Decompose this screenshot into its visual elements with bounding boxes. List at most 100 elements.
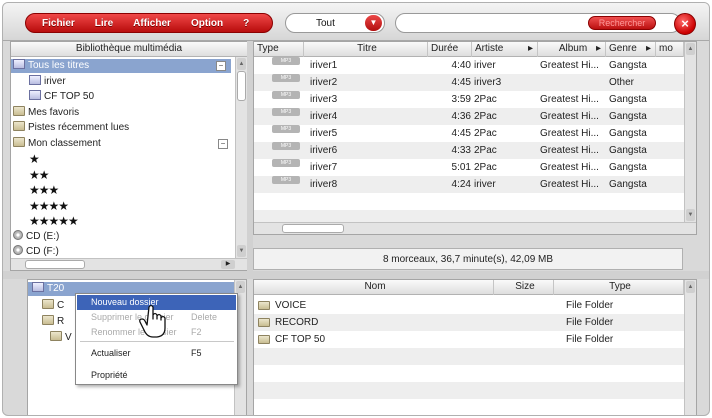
search-input[interactable]: Rechercher bbox=[395, 13, 681, 33]
file-row[interactable]: CF TOP 50 File Folder bbox=[254, 331, 684, 348]
library-item[interactable]: CF TOP 50 bbox=[29, 90, 94, 104]
track-duration: 3:59 bbox=[451, 94, 471, 105]
scroll-down-icon[interactable]: ▼ bbox=[686, 209, 695, 221]
track-album: Greatest Hi... bbox=[540, 111, 599, 122]
track-row[interactable]: MP3 iriver1 4:40 iriver Greatest Hi... Gangst… bbox=[254, 57, 684, 74]
file-name: VOICE bbox=[275, 300, 307, 311]
column-header-genre-label: Genre bbox=[609, 43, 637, 54]
library-horizontal-scrollbar[interactable]: ▶ bbox=[11, 258, 247, 270]
explorer-tree-item[interactable]: C bbox=[42, 299, 64, 313]
track-title: iriver6 bbox=[310, 145, 338, 156]
column-header-genre[interactable]: Genre ▸ bbox=[606, 42, 656, 57]
library-scroll-thumb[interactable] bbox=[237, 71, 246, 101]
tracks-summary: 8 morceaux, 36,7 minute(s), 42,09 MB bbox=[253, 248, 683, 270]
library-item-label: ★★★★ bbox=[29, 198, 69, 213]
library-item-label: ★ bbox=[29, 152, 40, 166]
column-header-title[interactable]: Titre bbox=[304, 42, 428, 57]
library-item-label: iriver bbox=[44, 75, 66, 87]
explorer-tree-item[interactable]: V bbox=[50, 331, 72, 345]
chevron-down-icon[interactable]: ▼ bbox=[365, 15, 382, 31]
library-item[interactable]: ★ bbox=[29, 152, 40, 166]
library-vertical-scrollbar[interactable]: ▲ ▼ bbox=[235, 57, 247, 258]
column-header-name[interactable]: Nom bbox=[254, 280, 494, 295]
library-panel: Bibliothèque multimédia Tous les titres −… bbox=[10, 41, 248, 271]
column-header-duration[interactable]: Durée bbox=[428, 42, 472, 57]
track-row[interactable]: MP3 iriver6 4:33 2Pac Greatest Hi... Gangsta bbox=[254, 142, 684, 159]
track-row[interactable]: MP3 iriver4 4:36 2Pac Greatest Hi... Gangsta bbox=[254, 108, 684, 125]
scroll-down-icon[interactable]: ▼ bbox=[237, 245, 246, 257]
track-artist: iriver3 bbox=[474, 77, 502, 88]
column-header-size[interactable]: Size bbox=[494, 280, 554, 295]
tracks-horizontal-scrollbar[interactable] bbox=[254, 222, 696, 234]
library-item[interactable]: Mes favoris bbox=[13, 105, 79, 120]
track-row[interactable]: MP3 iriver3 3:59 2Pac Greatest Hi... Gangsta bbox=[254, 91, 684, 108]
track-artist: iriver bbox=[474, 179, 496, 190]
folder-icon bbox=[13, 121, 25, 131]
horizontal-splitter[interactable] bbox=[3, 271, 709, 279]
menu-option[interactable]: Option bbox=[191, 18, 223, 29]
hand-cursor-icon bbox=[139, 304, 166, 338]
track-type-badge: MP3 bbox=[272, 125, 300, 133]
library-item[interactable]: CD (F:) bbox=[13, 245, 59, 259]
library-hscroll-thumb[interactable] bbox=[25, 260, 85, 269]
scroll-up-icon[interactable]: ▲ bbox=[686, 281, 695, 293]
scroll-up-icon[interactable]: ▲ bbox=[237, 58, 246, 70]
context-menu-item[interactable]: Actualiser F5 bbox=[77, 346, 236, 361]
context-menu-item[interactable]: Propriété bbox=[77, 368, 236, 383]
track-type-badge: MP3 bbox=[272, 57, 300, 65]
library-item-label: Tous les titres bbox=[28, 60, 90, 71]
column-header-album[interactable]: Album ▸ bbox=[538, 42, 606, 57]
menu-bar: Fichier Lire Afficher Option ? bbox=[25, 13, 273, 33]
file-name: CF TOP 50 bbox=[275, 334, 326, 345]
column-header-more[interactable]: mo bbox=[656, 42, 684, 57]
scroll-up-icon[interactable]: ▲ bbox=[686, 43, 695, 55]
track-album: Greatest Hi... bbox=[540, 128, 599, 139]
files-vertical-scrollbar[interactable]: ▲ bbox=[684, 280, 696, 415]
track-artist: 2Pac bbox=[474, 145, 497, 156]
track-album: Greatest Hi... bbox=[540, 145, 599, 156]
track-row[interactable]: MP3 iriver7 5:01 2Pac Greatest Hi... Gangsta bbox=[254, 159, 684, 176]
library-item[interactable]: Pistes récemment lues bbox=[13, 121, 129, 135]
tracks-hscroll-thumb[interactable] bbox=[282, 224, 344, 233]
scroll-up-icon[interactable]: ▲ bbox=[236, 281, 245, 293]
collapse-icon[interactable]: − bbox=[218, 138, 228, 149]
library-item-label: CD (F:) bbox=[26, 246, 59, 257]
track-genre: Gangsta bbox=[609, 94, 647, 105]
library-item[interactable]: Tous les titres − bbox=[11, 59, 231, 73]
column-header-file-type[interactable]: Type bbox=[554, 280, 684, 295]
search-button[interactable]: Rechercher bbox=[588, 16, 656, 30]
tracks-vertical-scrollbar[interactable]: ▲ ▼ bbox=[684, 42, 696, 222]
file-row[interactable]: VOICE File Folder bbox=[254, 297, 684, 314]
track-album: Greatest Hi... bbox=[540, 94, 599, 105]
menu-help[interactable]: ? bbox=[243, 18, 249, 29]
track-row[interactable]: MP3 iriver2 4:45 iriver3 Other bbox=[254, 74, 684, 91]
track-type-badge: MP3 bbox=[272, 74, 300, 82]
folder-icon bbox=[50, 331, 62, 341]
folder-icon bbox=[42, 299, 54, 309]
file-list-header: Nom Size Type bbox=[254, 280, 696, 295]
library-item[interactable]: CD (E:) bbox=[13, 229, 60, 244]
library-item[interactable]: ★★★★★ bbox=[29, 214, 79, 228]
menu-afficher[interactable]: Afficher bbox=[133, 18, 171, 29]
library-item[interactable]: ★★★ bbox=[29, 183, 59, 197]
folder-icon bbox=[258, 335, 270, 344]
close-button[interactable]: × bbox=[674, 13, 696, 35]
library-item[interactable]: Mon classement − bbox=[13, 136, 228, 151]
collapse-icon[interactable]: − bbox=[216, 61, 226, 71]
library-item-label: CD (E:) bbox=[26, 230, 60, 242]
library-item[interactable]: ★★ bbox=[29, 168, 49, 182]
column-header-artist-label: Artiste bbox=[475, 43, 504, 54]
track-artist: 2Pac bbox=[474, 111, 497, 122]
column-header-artist[interactable]: Artiste ▸ bbox=[472, 42, 538, 57]
menu-lire[interactable]: Lire bbox=[95, 18, 113, 29]
library-item[interactable]: ★★★★ bbox=[29, 198, 69, 213]
column-header-type[interactable]: Type bbox=[254, 42, 304, 57]
track-row[interactable]: MP3 iriver5 4:45 2Pac Greatest Hi... Gangsta bbox=[254, 125, 684, 142]
menu-fichier[interactable]: Fichier bbox=[42, 18, 75, 29]
filter-dropdown[interactable]: Tout ▼ bbox=[285, 13, 385, 33]
file-row[interactable]: RECORD File Folder bbox=[254, 314, 684, 331]
library-item[interactable]: iriver bbox=[29, 74, 66, 89]
track-row[interactable]: MP3 iriver8 4:24 iriver Greatest Hi... Gangst… bbox=[254, 176, 684, 193]
explorer-tree-item[interactable]: R bbox=[42, 315, 64, 329]
scroll-right-icon[interactable]: ▶ bbox=[221, 260, 235, 269]
